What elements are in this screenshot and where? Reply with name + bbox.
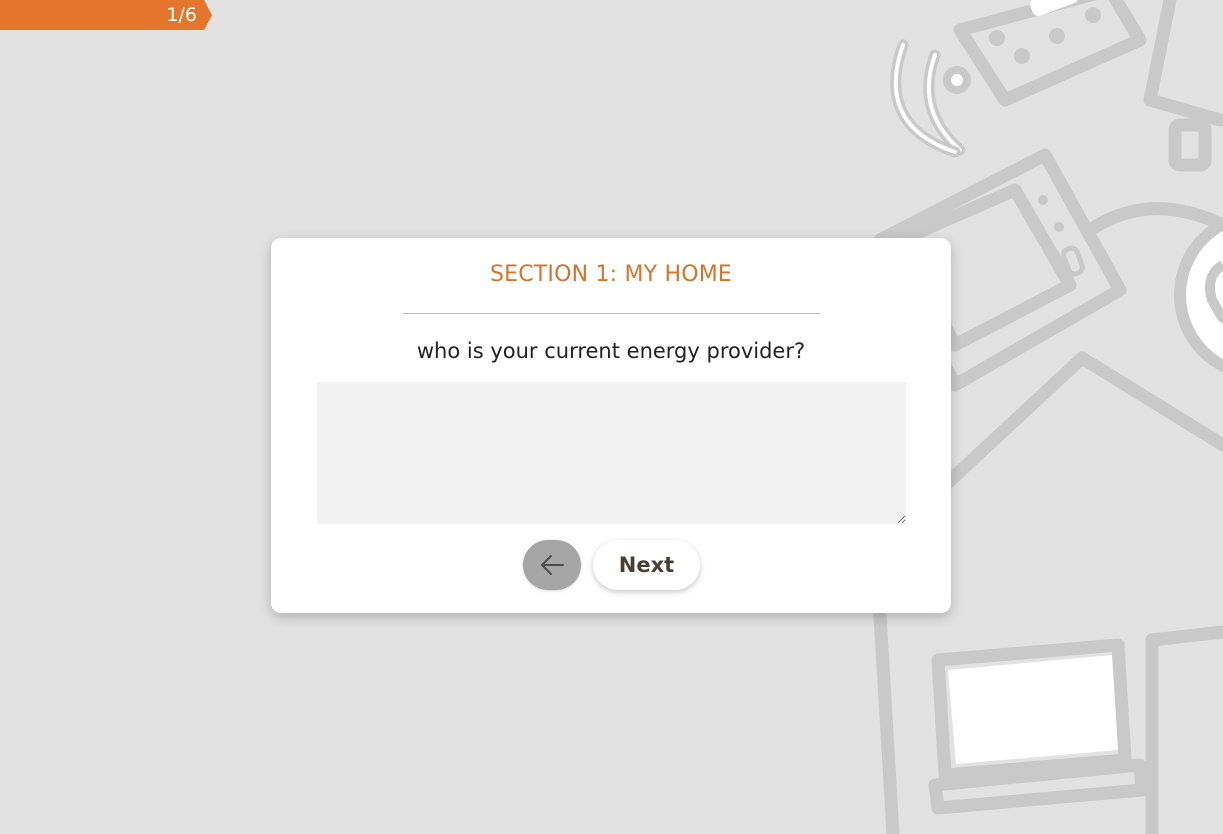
section-title: SECTION 1: MY HOME (489, 262, 733, 287)
survey-page: 1/6 SECTION 1: MY HOME who is your curre… (0, 0, 1223, 834)
next-button[interactable]: Next (593, 540, 700, 590)
answer-textarea[interactable] (317, 382, 906, 524)
house-roof-icon (933, 351, 1223, 497)
question-card: SECTION 1: MY HOME who is your current e… (271, 238, 951, 613)
arrow-left-icon (541, 555, 564, 575)
wifi-icon (890, 39, 971, 158)
question-text: who is your current energy provider? (416, 339, 806, 363)
back-button[interactable] (523, 540, 581, 590)
phone-charger-icon (1143, 0, 1223, 172)
title-divider (403, 313, 820, 314)
progress-step-label: 1/6 (166, 4, 197, 26)
remote-control-icon (953, 0, 1147, 107)
progress-indicator: 1/6 (0, 0, 212, 30)
